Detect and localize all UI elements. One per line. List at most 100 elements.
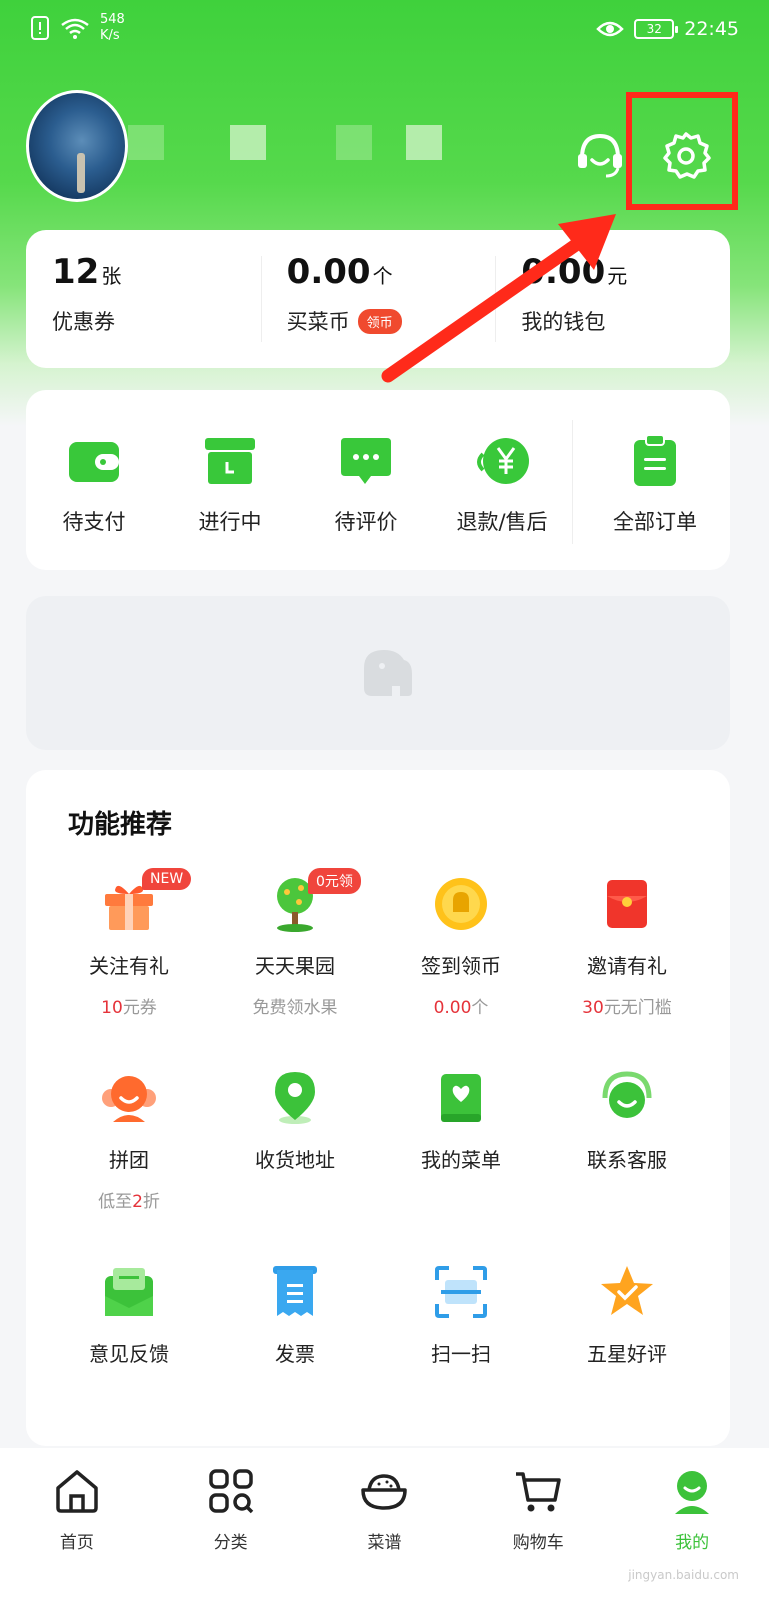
feature-subtext: 低至2折 xyxy=(98,1187,160,1212)
annotation-highlight-box xyxy=(626,92,738,210)
feature-subtext: 0.00个 xyxy=(434,993,489,1018)
elephant-logo-icon xyxy=(364,650,412,696)
avatar[interactable] xyxy=(26,90,128,202)
feature-customer-service[interactable]: 联系客服 xyxy=(544,1068,710,1262)
feature-grid: NEW 关注有礼 10元券 0元领 天天果园 免费领水果 签到领币 0.00个 … xyxy=(46,868,710,1456)
order-to-review[interactable]: 待评价 xyxy=(298,390,434,570)
feature-label: 拼团 xyxy=(109,1148,149,1172)
box-icon xyxy=(205,438,255,484)
watermark: jingyan.baidu.com xyxy=(628,1568,739,1582)
annotation-arrow xyxy=(381,214,616,383)
nav-recipe[interactable]: 菜谱 xyxy=(308,1448,462,1600)
feature-label: 收货地址 xyxy=(255,1148,335,1172)
subtext-rest: 元无门槛 xyxy=(603,998,672,1018)
new-badge: NEW xyxy=(142,868,192,890)
feature-group-buy[interactable]: 拼团 低至2折 xyxy=(46,1068,212,1262)
wallet-icon xyxy=(69,442,119,482)
order-refund[interactable]: 退款/售后 xyxy=(434,390,570,570)
feedback-icon xyxy=(105,1268,153,1316)
stat-label: 买菜币 xyxy=(286,310,350,334)
features-title: 功能推荐 xyxy=(68,810,173,840)
order-pending-payment[interactable]: 待支付 xyxy=(26,390,162,570)
feature-label: 关注有礼 xyxy=(89,954,169,978)
username-blurred xyxy=(128,125,164,160)
subtext-rest: 元券 xyxy=(122,998,157,1018)
nav-label: 分类 xyxy=(213,1533,248,1553)
order-label: 待支付 xyxy=(62,510,126,534)
recipe-icon xyxy=(361,1474,408,1510)
clipboard-icon xyxy=(634,434,676,486)
feature-label: 邀请有礼 xyxy=(587,954,667,978)
order-all[interactable]: 全部订单 xyxy=(580,390,730,570)
feature-follow-gift[interactable]: NEW 关注有礼 10元券 xyxy=(46,868,212,1068)
stat-value: 0.00 xyxy=(286,252,371,292)
sim-alert-icon xyxy=(31,16,49,40)
coin-icon xyxy=(435,878,487,930)
eye-comfort-icon xyxy=(596,21,625,37)
subtext-highlight: 10 xyxy=(101,998,123,1018)
order-label: 进行中 xyxy=(198,510,262,534)
feature-subtext: 30元无门槛 xyxy=(582,993,672,1018)
feature-label: 发票 xyxy=(275,1342,315,1366)
network-speed: 548 K/s xyxy=(100,12,136,44)
feature-my-menu[interactable]: 我的菜单 xyxy=(378,1068,544,1262)
feature-five-star[interactable]: 五星好评 xyxy=(544,1262,710,1456)
order-in-progress[interactable]: 进行中 xyxy=(162,390,298,570)
subtext-rest: 折 xyxy=(142,1192,160,1212)
feature-orchard[interactable]: 0元领 天天果园 免费领水果 xyxy=(212,868,378,1068)
chat-icon xyxy=(341,438,391,484)
username-blurred xyxy=(336,125,372,160)
username-blurred xyxy=(406,125,442,160)
coupon-stat[interactable]: 12 张 优惠券 xyxy=(26,230,261,368)
feature-invite-gift[interactable]: 邀请有礼 30元无门槛 xyxy=(544,874,710,1068)
subtext-highlight: 0.00 xyxy=(433,998,472,1018)
nav-home[interactable]: 首页 xyxy=(0,1448,154,1600)
bottom-navigation: 首页 分类 菜谱 购物车 我的 jingyan.baidu.com xyxy=(0,1448,769,1600)
feature-label: 五星好评 xyxy=(587,1342,667,1366)
red-envelope-icon xyxy=(607,880,647,928)
feature-scan[interactable]: 扫一扫 xyxy=(378,1262,544,1456)
scan-icon xyxy=(435,1266,487,1318)
nav-cart[interactable]: 购物车 xyxy=(461,1448,615,1600)
group-icon xyxy=(102,1076,156,1122)
feature-subtext: 免费领水果 xyxy=(253,993,338,1018)
order-label: 待评价 xyxy=(334,510,398,534)
home-icon xyxy=(56,1470,98,1513)
status-bar: 548 K/s 32 22:45 xyxy=(0,0,769,64)
stat-unit: 张 xyxy=(101,264,122,288)
feature-label: 联系客服 xyxy=(587,1148,667,1172)
cart-icon xyxy=(516,1472,562,1512)
feature-checkin-coin[interactable]: 签到领币 0.00个 xyxy=(378,874,544,1068)
subtext-highlight: 2 xyxy=(132,1192,143,1212)
feature-address[interactable]: 收货地址 xyxy=(212,1068,378,1262)
speed-value: 548 xyxy=(100,12,125,27)
nav-label: 菜谱 xyxy=(367,1533,402,1553)
subtext-prefix: 低至 xyxy=(98,1192,133,1212)
stat-value: 12 xyxy=(52,252,100,292)
refund-icon xyxy=(477,438,529,484)
service-icon xyxy=(602,1071,652,1118)
orders-divider xyxy=(570,390,580,570)
category-icon xyxy=(208,1469,253,1514)
orders-card: 待支付 进行中 待评价 退款/售后 全部订单 xyxy=(26,390,730,570)
feature-invoice[interactable]: 发票 xyxy=(212,1262,378,1456)
promo-banner[interactable] xyxy=(26,596,730,750)
battery-icon: 32 xyxy=(634,19,679,39)
feature-subtext: 10元券 xyxy=(101,993,157,1018)
feature-label: 扫一扫 xyxy=(431,1342,491,1366)
nav-category[interactable]: 分类 xyxy=(154,1448,308,1600)
menu-book-icon xyxy=(441,1074,481,1122)
wifi-icon xyxy=(61,18,89,39)
invoice-icon xyxy=(273,1266,317,1316)
nav-label: 购物车 xyxy=(512,1533,564,1553)
order-label: 退款/售后 xyxy=(456,510,548,534)
profile-icon xyxy=(675,1471,710,1514)
customer-service-icon[interactable] xyxy=(572,128,628,184)
feature-feedback[interactable]: 意见反馈 xyxy=(46,1262,212,1456)
feature-label: 签到领币 xyxy=(421,954,501,978)
location-icon xyxy=(275,1072,315,1124)
nav-label: 首页 xyxy=(59,1533,94,1553)
feature-label: 天天果园 xyxy=(255,954,335,978)
speed-unit: K/s xyxy=(100,28,120,43)
stat-label: 优惠券 xyxy=(52,310,115,334)
